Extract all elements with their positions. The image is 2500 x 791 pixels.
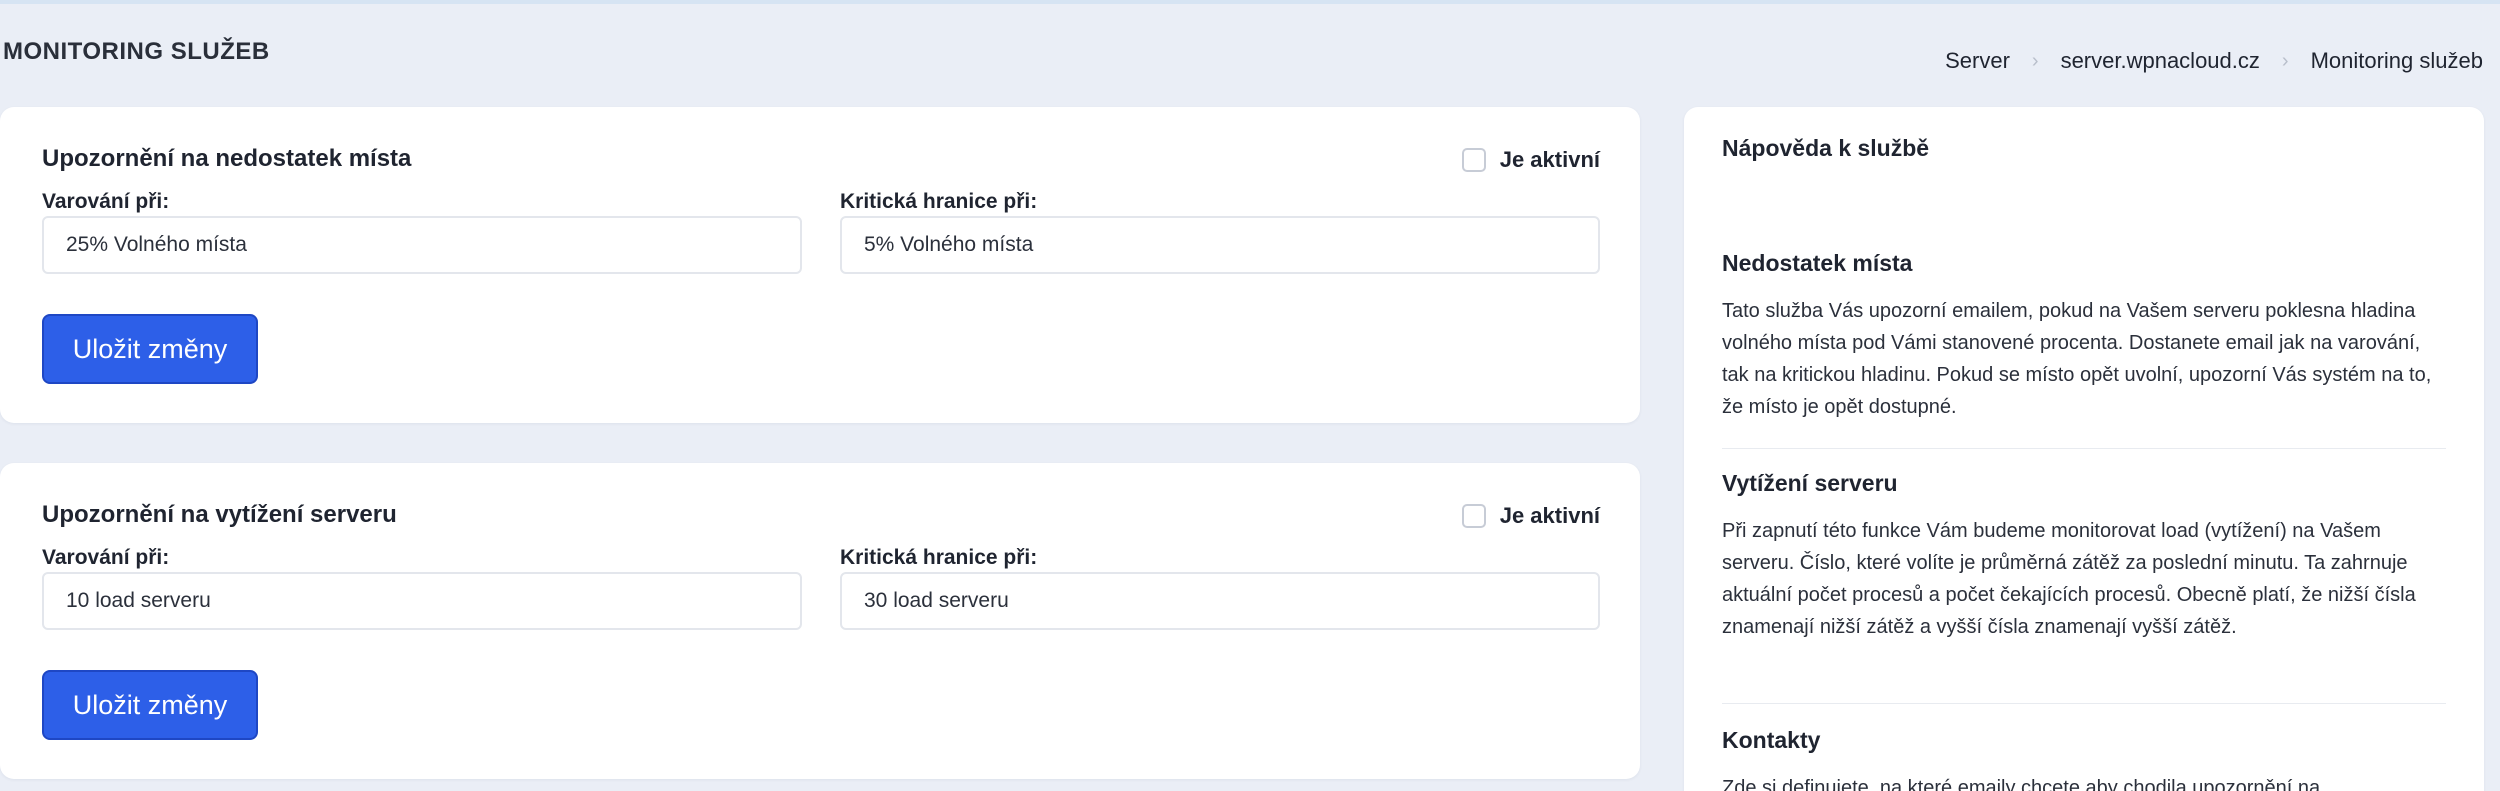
- help-panel-title: Nápověda k službě: [1722, 135, 1930, 161]
- breadcrumb-separator-icon: ›: [2281, 49, 2289, 72]
- load-critical-select[interactable]: 30 load serveru: [840, 572, 1600, 630]
- load-active-label: Je aktivní: [1499, 503, 1600, 528]
- help-divider: [1722, 703, 2446, 704]
- help-section-heading: Vytížení serveru: [1722, 470, 1898, 496]
- breadcrumb: Server › server.wpnacloud.cz › Monitorin…: [1945, 48, 2483, 74]
- disk-warning-label: Varování při:: [42, 190, 170, 213]
- help-section-heading: Kontakty: [1722, 727, 1821, 753]
- top-strip: [0, 0, 2500, 4]
- load-active-checkbox[interactable]: [1461, 504, 1486, 528]
- help-section-load: Vytížení serveru Při zapnutí této funkce…: [1722, 470, 2442, 643]
- disk-warning-select[interactable]: 25% Volného místa: [42, 216, 802, 274]
- disk-active-checkbox[interactable]: [1461, 148, 1486, 172]
- disk-active-toggle[interactable]: Je aktivní: [1461, 147, 1600, 173]
- server-load-alert-card: Upozornění na vytížení serveru Je aktivn…: [0, 463, 1640, 779]
- load-save-button[interactable]: Uložit změny: [42, 670, 258, 740]
- help-section-text: Při zapnutí této funkce Vám budeme monit…: [1722, 520, 2416, 638]
- help-panel: Nápověda k službě Nedostatek místa Tato …: [1684, 107, 2484, 791]
- breadcrumb-separator-icon: ›: [2031, 49, 2039, 72]
- help-divider: [1722, 448, 2446, 449]
- disk-critical-select[interactable]: 5% Volného místa: [840, 216, 1600, 274]
- load-warning-label: Varování při:: [42, 546, 170, 569]
- disk-space-alert-card: Upozornění na nedostatek místa Je aktivn…: [0, 107, 1640, 423]
- disk-save-button[interactable]: Uložit změny: [42, 314, 258, 384]
- breadcrumb-server[interactable]: Server: [1945, 48, 2010, 74]
- disk-card-title: Upozornění na nedostatek místa: [42, 145, 412, 172]
- help-section-contacts: Kontakty Zde si definujete, na které ema…: [1722, 727, 2442, 791]
- load-warning-select[interactable]: 10 load serveru: [42, 572, 802, 630]
- load-active-toggle[interactable]: Je aktivní: [1461, 503, 1600, 529]
- load-card-title: Upozornění na vytížení serveru: [42, 501, 397, 528]
- help-section-text: Tato služba Vás upozorní emailem, pokud …: [1722, 300, 2432, 418]
- help-section-heading: Nedostatek místa: [1722, 250, 1913, 276]
- page-title: MONITORING SLUŽEB: [3, 38, 270, 65]
- help-section-text: Zde si definujete, na které emaily chcet…: [1722, 777, 2321, 791]
- disk-active-label: Je aktivní: [1499, 147, 1600, 172]
- breadcrumb-server-domain[interactable]: server.wpnacloud.cz: [2061, 48, 2260, 74]
- breadcrumb-current: Monitoring služeb: [2310, 48, 2483, 73]
- disk-critical-label: Kritická hranice při:: [840, 190, 1038, 213]
- load-critical-label: Kritická hranice při:: [840, 546, 1038, 569]
- help-section-disk: Nedostatek místa Tato služba Vás upozorn…: [1722, 250, 2442, 423]
